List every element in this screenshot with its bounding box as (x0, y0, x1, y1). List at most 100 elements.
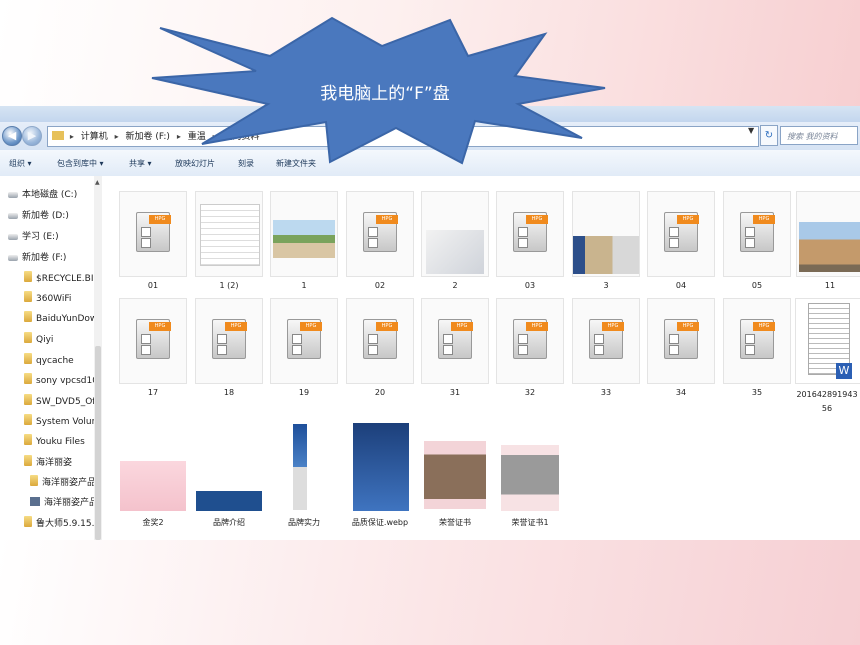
slide-background-bottom (0, 540, 860, 645)
file-name: 荣誉证书 (439, 518, 471, 527)
file-thumbnail (120, 429, 186, 513)
file-item[interactable]: 荣誉证书1 (495, 429, 565, 528)
file-item[interactable]: HPG 17 (118, 298, 188, 397)
file-item[interactable]: 荣誉证书 (420, 429, 490, 528)
file-item[interactable]: 1 (269, 191, 339, 290)
sidebar-item-folder[interactable]: BaiduYunDow (24, 310, 97, 328)
sidebar-item-folder[interactable]: qycache (24, 352, 74, 370)
hpg-file-icon: HPG (589, 319, 624, 359)
back-button[interactable]: ◀ (2, 126, 22, 146)
breadcrumb-separator: ▸ (69, 132, 74, 141)
file-name: 33 (600, 388, 612, 397)
file-name: 17 (147, 388, 159, 397)
folder-icon (24, 353, 32, 364)
file-name: 2 (452, 281, 458, 290)
file-item[interactable]: HPG 03 (495, 191, 565, 290)
folder-icon (24, 414, 32, 425)
sidebar-item-drive-e[interactable]: 学习 (E:) (8, 228, 59, 246)
file-name: 35 (751, 388, 763, 397)
search-input[interactable]: 搜索 我的资料 (780, 126, 858, 145)
folder-icon (24, 271, 32, 282)
file-item[interactable]: 品牌介绍 (194, 429, 264, 528)
sidebar-item-drive-f[interactable]: 新加卷 (F:) (8, 249, 66, 267)
file-item[interactable]: HPG 04 (646, 191, 716, 290)
include-in-library-button[interactable]: 包含到库中 ▾ (57, 158, 104, 169)
file-item[interactable]: W 20164289194356 (795, 298, 860, 416)
file-item[interactable]: HPG 32 (495, 298, 565, 397)
file-item[interactable]: HPG 19 (269, 298, 339, 397)
file-item[interactable]: HPG 31 (420, 298, 490, 397)
sidebar-scrollbar-thumb[interactable] (95, 346, 101, 540)
file-item[interactable]: HPG 33 (571, 298, 641, 397)
file-thumbnail: HPG (270, 298, 338, 384)
hpg-file-icon: HPG (740, 212, 775, 252)
file-name: 19 (298, 388, 310, 397)
file-item[interactable]: HPG 18 (194, 298, 264, 397)
refresh-button[interactable]: ↻ (760, 125, 778, 146)
file-item[interactable]: 1 (2) (194, 191, 264, 290)
file-thumbnail: HPG (119, 191, 187, 277)
file-thumbnail: HPG (496, 298, 564, 384)
hpg-file-icon: HPG (287, 319, 322, 359)
sidebar-item-folder[interactable]: System Volum (24, 413, 100, 431)
file-item[interactable]: 2 (420, 191, 490, 290)
hpg-file-icon: HPG (664, 212, 699, 252)
file-item[interactable]: 3 (571, 191, 641, 290)
word-icon: W (836, 363, 852, 379)
file-name: 01 (147, 281, 159, 290)
scroll-up-icon[interactable]: ▲ (95, 179, 100, 186)
callout-starburst: 我电脑上的“F”盘 (150, 16, 620, 166)
folder-icon (30, 475, 38, 486)
callout-text: 我电脑上的“F”盘 (320, 84, 450, 104)
file-item[interactable]: 品牌实力 (269, 424, 339, 528)
file-name: 31 (449, 388, 461, 397)
forward-button[interactable]: ▶ (22, 126, 42, 146)
folder-icon (24, 291, 32, 302)
hpg-file-icon: HPG (513, 319, 548, 359)
address-dropdown-icon[interactable]: ▼ (748, 126, 754, 135)
file-name: 18 (223, 388, 235, 397)
hpg-file-icon: HPG (363, 212, 398, 252)
file-name: 11 (824, 281, 836, 290)
share-button[interactable]: 共享 ▾ (129, 158, 152, 169)
file-name: 20164289194356 (796, 390, 858, 413)
sidebar-item-folder[interactable]: 海洋丽姿 (24, 454, 72, 472)
organize-button[interactable]: 组织 ▾ (9, 158, 32, 169)
file-item[interactable]: HPG 02 (345, 191, 415, 290)
hpg-file-icon: HPG (136, 319, 171, 359)
file-icon (30, 497, 40, 506)
file-item[interactable]: 金奖2 (118, 429, 188, 528)
sidebar-item-folder[interactable]: sony vpcsd10 (24, 372, 98, 390)
file-item[interactable]: HPG 20 (345, 298, 415, 397)
sidebar-item-folder[interactable]: 360WiFi (24, 290, 71, 308)
file-item[interactable]: HPG 34 (646, 298, 716, 397)
navigation-pane: 本地磁盘 (C:) 新加卷 (D:) 学习 (E:) 新加卷 (F:) $REC… (0, 176, 104, 540)
folder-icon (24, 394, 32, 405)
sidebar-item-folder[interactable]: Youku Files (24, 433, 85, 451)
file-item[interactable]: 品质保证.webp (345, 423, 415, 528)
sidebar-item-folder[interactable]: Qiyi (24, 331, 53, 349)
sidebar-item-folder[interactable]: 鲁大师5.9.15.1 (24, 515, 100, 533)
hpg-file-icon: HPG (438, 319, 473, 359)
file-item[interactable]: HPG 35 (722, 298, 792, 397)
file-thumbnail (270, 191, 338, 277)
file-name: 05 (751, 281, 763, 290)
file-item[interactable]: HPG 05 (722, 191, 792, 290)
file-name: 品牌介绍 (213, 518, 245, 527)
file-item[interactable]: 11 (795, 191, 860, 290)
sidebar-item-drive-c[interactable]: 本地磁盘 (C:) (8, 186, 77, 204)
file-name: 品质保证.webp (351, 518, 409, 527)
drive-icon (8, 234, 18, 240)
sidebar-item-folder[interactable]: SW_DVD5_Off (24, 393, 98, 411)
file-thumbnail (497, 429, 563, 513)
sidebar-item-file[interactable]: 海洋丽姿产品 (30, 494, 98, 512)
file-item[interactable]: HPG 01 (118, 191, 188, 290)
sidebar-item-folder[interactable]: 海洋丽姿产品 (30, 474, 96, 492)
sidebar-item-folder[interactable]: $RECYCLE.BIN (24, 270, 100, 288)
file-name: 32 (524, 388, 536, 397)
folder-icon (24, 455, 32, 466)
sidebar-item-drive-d[interactable]: 新加卷 (D:) (8, 207, 69, 225)
file-thumbnail (271, 424, 337, 513)
breadcrumb-computer[interactable]: 计算机 (81, 132, 108, 142)
hpg-file-icon: HPG (513, 212, 548, 252)
